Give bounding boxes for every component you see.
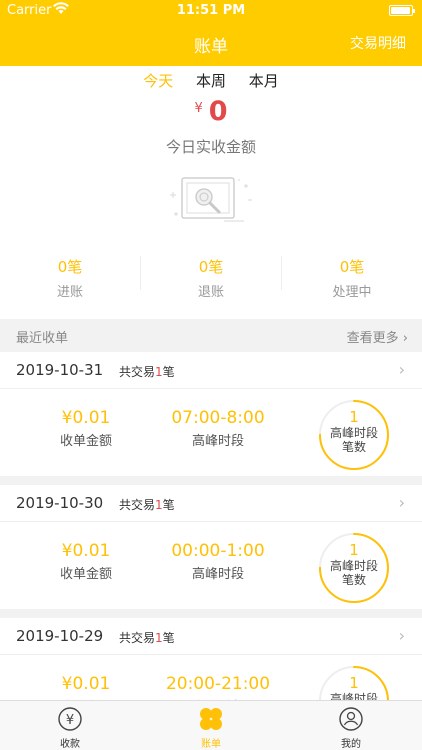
receipt-amount: ¥0.01 收单金额 — [31, 541, 141, 582]
empty-state-illustration — [164, 172, 260, 232]
stat-refund[interactable]: 0笔 退账 — [141, 256, 281, 300]
transaction-details-button[interactable]: 交易明细 — [350, 33, 406, 53]
peak-count-ring: 1 高峰时段 笔数 — [318, 532, 390, 604]
receipt-amount-value: ¥0.01 — [61, 408, 111, 428]
day-card[interactable]: 2019-10-31 共交易1笔 › ¥0.01 收单金额 07:00-8:00… — [0, 352, 422, 476]
four-petal-icon — [198, 706, 224, 732]
day-transaction-count: 共交易1笔 — [119, 498, 175, 512]
day-date: 2019-10-29 — [16, 627, 104, 645]
peak-count-unit: 笔数 — [341, 440, 366, 454]
currency-symbol: ¥ — [194, 101, 203, 116]
stat-incoming-value: 0笔 — [57, 258, 83, 276]
peak-time-label: 高峰时段 — [191, 434, 244, 449]
stat-refund-value: 0笔 — [198, 258, 224, 276]
peak-count-label: 高峰时段 — [329, 559, 378, 573]
peak-count-value: 1 — [349, 541, 359, 559]
total-amount: ¥0 — [0, 96, 422, 127]
peak-count-ring: 1 高峰时段 笔数 — [318, 399, 390, 471]
peak-time-value: 20:00-21:00 — [165, 674, 271, 694]
see-more-link[interactable]: 查看更多 › — [347, 327, 408, 346]
period-tabs: 今天 本周 本月 — [0, 70, 422, 91]
peak-time: 07:00-8:00 高峰时段 — [163, 408, 273, 449]
bottom-tab-bar: ¥ 收款 账单 我的 — [0, 700, 422, 750]
tab-this-week[interactable]: 本周 — [196, 70, 226, 91]
clock: 11:51 PM — [176, 3, 246, 18]
peak-time-label: 高峰时段 — [191, 567, 244, 582]
stat-refund-label: 退账 — [197, 285, 224, 300]
chevron-right-icon: › — [398, 360, 405, 379]
stat-processing-label: 处理中 — [332, 285, 372, 300]
receipt-amount-value: ¥0.01 — [61, 541, 111, 561]
tab-bills[interactable]: 账单 — [166, 706, 256, 750]
stat-processing-value: 0笔 — [339, 258, 365, 276]
svg-text:¥: ¥ — [66, 713, 74, 728]
peak-time: 00:00-1:00 高峰时段 — [163, 541, 273, 582]
battery-icon — [389, 5, 415, 16]
nav-bar: 账单 交易明细 — [0, 22, 422, 66]
chevron-right-icon: › — [398, 493, 405, 512]
yen-circle-icon: ¥ — [57, 706, 83, 732]
amount-value: 0 — [208, 96, 228, 127]
tab-me-label: 我的 — [341, 739, 361, 750]
day-date: 2019-10-31 — [16, 361, 104, 379]
recent-receipts-title: 最近收单 — [16, 331, 69, 346]
tab-me[interactable]: 我的 — [306, 706, 396, 750]
day-date: 2019-10-30 — [16, 494, 104, 512]
stats-row: 0笔 进账 0笔 退账 0笔 处理中 — [0, 256, 422, 300]
day-header[interactable]: 2019-10-30 共交易1笔 › — [0, 485, 422, 522]
day-header[interactable]: 2019-10-29 共交易1笔 › — [0, 618, 422, 655]
stat-processing[interactable]: 0笔 处理中 — [282, 256, 422, 300]
receipt-amount-value: ¥0.01 — [61, 674, 111, 694]
receipt-amount-label: 收单金额 — [59, 567, 112, 582]
day-card[interactable]: 2019-10-30 共交易1笔 › ¥0.01 收单金额 00:00-1:00… — [0, 485, 422, 609]
peak-count-label: 高峰时段 — [329, 426, 378, 440]
day-transaction-count: 共交易1笔 — [119, 631, 175, 645]
receipt-amount: ¥0.01 收单金额 — [31, 408, 141, 449]
recent-receipts-header: 最近收单 查看更多 › — [0, 320, 422, 350]
stat-incoming[interactable]: 0笔 进账 — [0, 256, 140, 300]
receipt-amount-label: 收单金额 — [59, 434, 112, 449]
tab-bills-label: 账单 — [201, 739, 221, 750]
chevron-right-icon: › — [398, 626, 405, 645]
amount-label: 今日实收金额 — [165, 138, 256, 156]
tab-today[interactable]: 今天 — [143, 70, 173, 91]
peak-count-value: 1 — [349, 408, 359, 426]
tab-collect-label: 收款 — [60, 739, 80, 750]
status-bar: Carrier 11:51 PM — [0, 0, 422, 22]
summary-panel: 今天 本周 本月 ¥0 今日实收金额 0笔 进账 0笔 退账 0笔 处理中 — [0, 66, 422, 319]
peak-time-value: 07:00-8:00 — [171, 408, 265, 428]
peak-count-unit: 笔数 — [341, 573, 366, 587]
peak-count-value: 1 — [349, 674, 359, 692]
day-header[interactable]: 2019-10-31 共交易1笔 › — [0, 352, 422, 389]
user-circle-icon — [338, 706, 364, 732]
tab-this-month[interactable]: 本月 — [249, 70, 279, 91]
stat-incoming-label: 进账 — [56, 285, 83, 300]
tab-collect[interactable]: ¥ 收款 — [25, 706, 115, 750]
peak-time-value: 00:00-1:00 — [171, 541, 265, 561]
day-transaction-count: 共交易1笔 — [119, 365, 175, 379]
